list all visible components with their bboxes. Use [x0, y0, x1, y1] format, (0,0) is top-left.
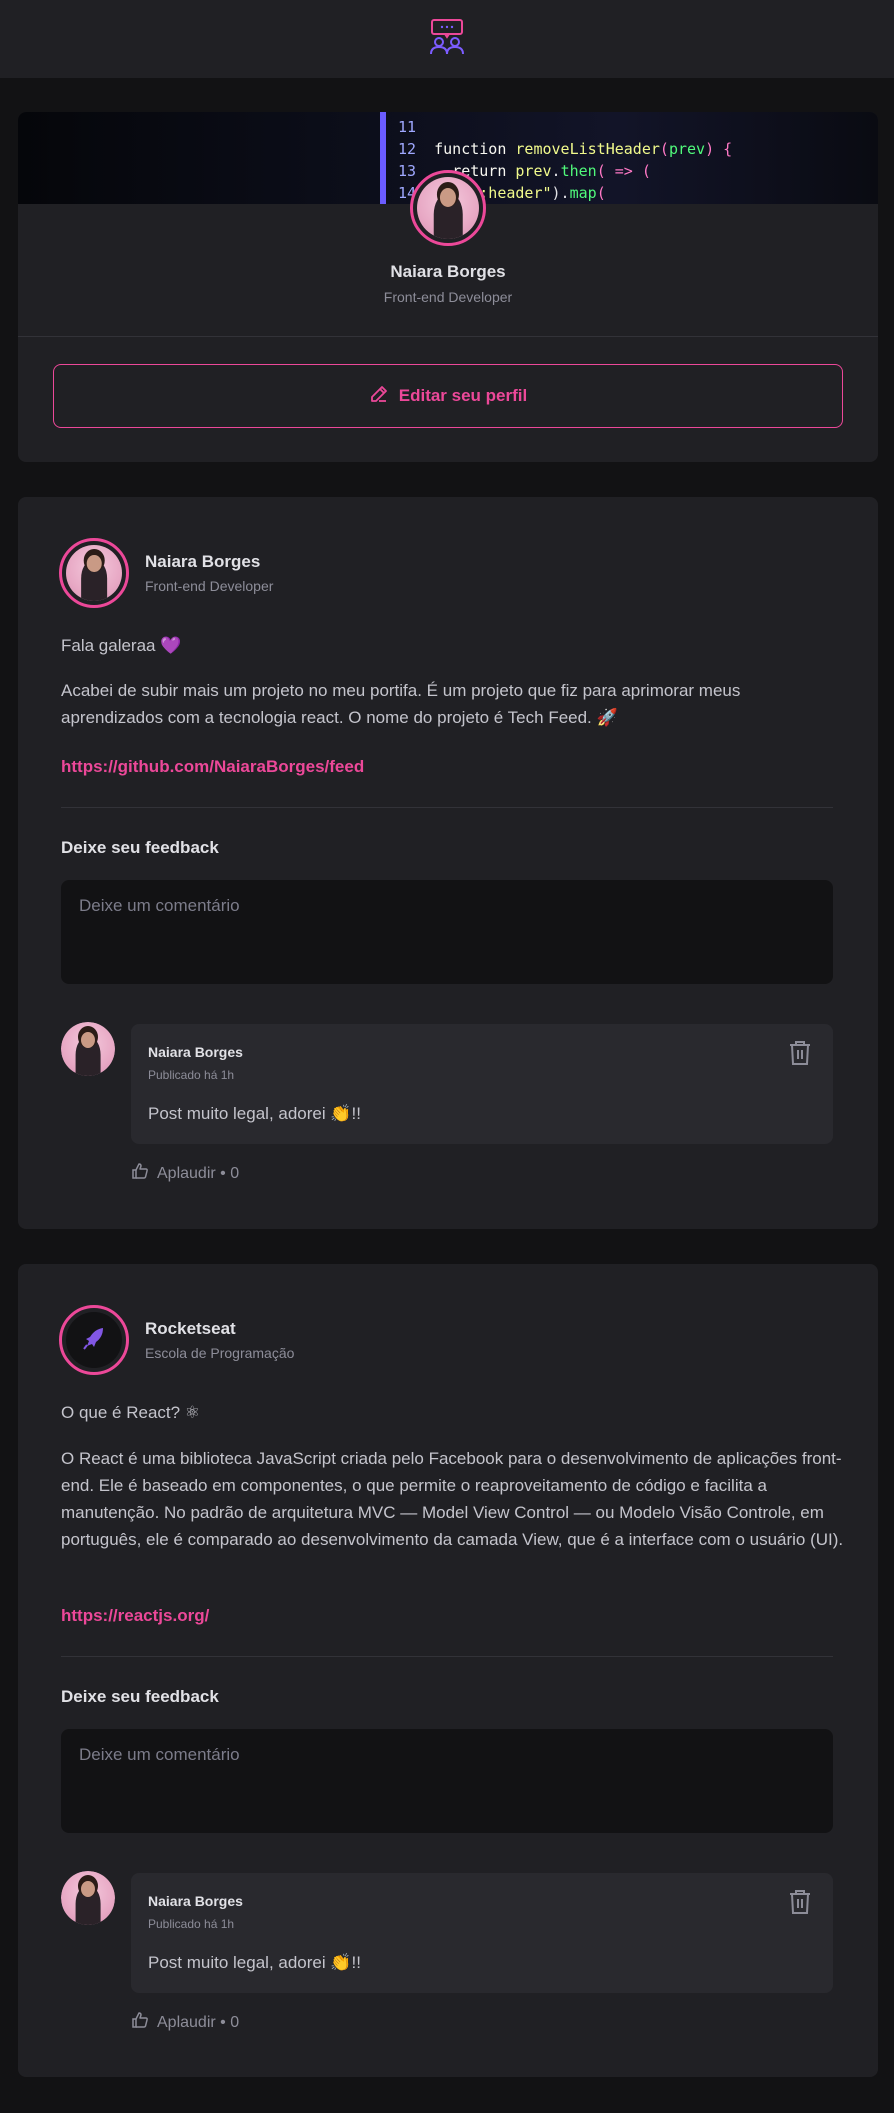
comment-avatar[interactable]	[61, 1871, 115, 1925]
delete-comment-button[interactable]	[787, 1889, 813, 1917]
thumbs-up-icon	[131, 2011, 149, 2034]
post: Rocketseat Escola de Programação O que é…	[18, 1264, 878, 2077]
post-divider	[61, 1656, 833, 1657]
applaud-label: Aplaudir • 0	[157, 1164, 240, 1182]
post-link[interactable]: https://reactjs.org/	[61, 1606, 209, 1625]
pencil-icon	[369, 384, 389, 409]
post-link[interactable]: https://github.com/NaiaraBorges/feed	[61, 757, 364, 776]
post-divider	[61, 807, 833, 808]
post-author-role: Escola de Programação	[145, 1345, 295, 1361]
post-author: Rocketseat Escola de Programação	[59, 1305, 294, 1375]
comment-bubble: Naiara Borges Publicado há 1h Post muito…	[131, 1024, 833, 1144]
thumbs-up-icon	[131, 1162, 149, 1185]
post-paragraph: O que é React? ⚛	[61, 1403, 201, 1422]
comment-author: Naiara Borges	[148, 1893, 243, 1909]
applaud-button[interactable]: Aplaudir • 0	[131, 2011, 239, 2034]
profile-divider	[18, 336, 878, 337]
applaud-button[interactable]: Aplaudir • 0	[131, 1162, 239, 1185]
comment-avatar[interactable]	[61, 1022, 115, 1076]
comment-text: Post muito legal, adorei 👏!!	[148, 1953, 361, 1972]
delete-comment-button[interactable]	[787, 1040, 813, 1068]
edit-profile-label: Editar seu perfil	[398, 386, 528, 405]
comment-time: Publicado há 1h	[148, 1917, 235, 1931]
comment-input[interactable]	[61, 880, 833, 984]
comment-input[interactable]	[61, 1729, 833, 1833]
profile-avatar[interactable]	[410, 170, 486, 246]
post-author-avatar[interactable]	[59, 1305, 129, 1375]
post: Naiara Borges Front-end Developer Fala g…	[18, 497, 878, 1229]
post-author: Naiara Borges Front-end Developer	[59, 538, 273, 608]
applaud-label: Aplaudir • 0	[157, 2013, 240, 2031]
chat-users-logo-icon	[428, 18, 466, 61]
trash-icon	[788, 1041, 812, 1069]
app-header	[0, 0, 894, 78]
post-paragraph: Acabei de subir mais um projeto no meu p…	[61, 681, 741, 727]
comment-time: Publicado há 1h	[148, 1068, 235, 1082]
post-author-name: Rocketseat	[145, 1319, 236, 1338]
feedback-title: Deixe seu feedback	[61, 838, 219, 857]
profile-role: Front-end Developer	[383, 289, 513, 305]
edit-profile-button[interactable]: Editar seu perfil	[53, 364, 843, 428]
post-author-avatar[interactable]	[59, 538, 129, 608]
trash-icon	[788, 1890, 812, 1918]
profile-card: 11 12 function removeListHeader(prev) { …	[18, 112, 878, 462]
rocketseat-logo-icon	[81, 1325, 107, 1356]
post-author-role: Front-end Developer	[145, 578, 274, 594]
feedback-title: Deixe seu feedback	[61, 1687, 219, 1706]
comment-bubble: Naiara Borges Publicado há 1h Post muito…	[131, 1873, 833, 1993]
post-paragraph: Fala galeraa 💜	[61, 636, 182, 655]
comment-author: Naiara Borges	[148, 1044, 243, 1060]
post-author-name: Naiara Borges	[145, 552, 261, 571]
post-paragraph: O React é uma biblioteca JavaScript cria…	[61, 1449, 844, 1549]
profile-name: Naiara Borges	[390, 262, 506, 281]
comment-text: Post muito legal, adorei 👏!!	[148, 1104, 361, 1123]
